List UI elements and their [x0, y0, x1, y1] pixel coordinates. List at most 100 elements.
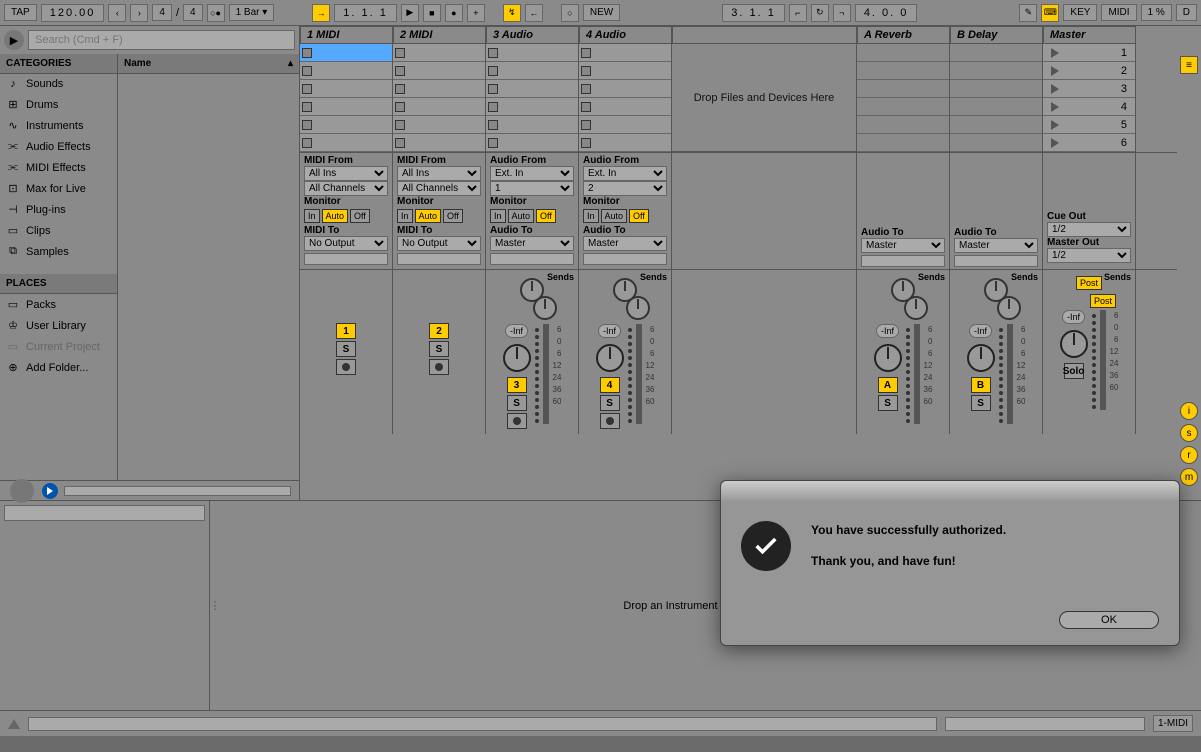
track-header-3[interactable]: 3 Audio — [486, 26, 579, 44]
clip-stop-icon[interactable] — [488, 48, 498, 58]
monitor-auto[interactable]: Auto — [322, 209, 349, 223]
clip-slot[interactable]: 6 — [1043, 134, 1135, 152]
track-activator[interactable]: 2 — [429, 323, 449, 339]
category-item-samples[interactable]: ⧉Samples — [0, 241, 117, 262]
detail-resize-handle[interactable]: ⋮ — [210, 501, 220, 710]
ok-button[interactable]: OK — [1059, 611, 1159, 629]
clip-stop-icon[interactable] — [581, 48, 591, 58]
clip-slot[interactable] — [300, 80, 392, 98]
clip-stop-icon[interactable] — [488, 120, 498, 130]
overdub-icon[interactable]: + — [467, 4, 485, 22]
solo-button[interactable]: S — [878, 395, 898, 411]
return-channel[interactable] — [861, 255, 945, 267]
scene-play-icon[interactable] — [1051, 48, 1059, 58]
clip-slot[interactable]: 5 — [1043, 116, 1135, 134]
clip-slot[interactable] — [579, 116, 671, 134]
loop-length[interactable]: 4. 0. 0 — [855, 4, 918, 22]
place-item-user-library[interactable]: ♔User Library — [0, 315, 117, 336]
clip-stop-icon[interactable] — [488, 102, 498, 112]
send-b-knob[interactable] — [533, 296, 557, 320]
scene-play-icon[interactable] — [1051, 84, 1059, 94]
output-select[interactable]: Master — [583, 236, 667, 251]
monitor-off[interactable]: Off — [536, 209, 556, 223]
clip-slot[interactable]: 1 — [1043, 44, 1135, 62]
record-icon[interactable]: ● — [445, 4, 463, 22]
clip-stop-icon[interactable] — [395, 66, 405, 76]
drop-header[interactable] — [672, 26, 857, 44]
computer-midi-icon[interactable]: ⌨ — [1041, 4, 1059, 22]
clip-slot[interactable] — [393, 116, 485, 134]
sends-toggle-icon[interactable]: s — [1180, 424, 1198, 442]
clip-name-box[interactable] — [4, 505, 205, 521]
punch-in-icon[interactable]: ⌐ — [789, 4, 807, 22]
output-channel[interactable] — [304, 253, 388, 265]
input-select[interactable]: Ext. In — [490, 166, 574, 181]
clip-slot[interactable] — [486, 116, 578, 134]
clip-slot[interactable] — [300, 98, 392, 116]
clip-slot[interactable] — [300, 116, 392, 134]
track-activator[interactable]: 1 — [336, 323, 356, 339]
clip-stop-icon[interactable] — [302, 138, 312, 148]
track-header-1[interactable]: 1 MIDI — [300, 26, 393, 44]
clip-slot[interactable] — [393, 44, 485, 62]
preview-bar[interactable] — [64, 486, 291, 496]
clip-stop-icon[interactable] — [302, 66, 312, 76]
return-output-select[interactable]: Master — [954, 238, 1038, 253]
track-header-2[interactable]: 2 MIDI — [393, 26, 486, 44]
clip-stop-icon[interactable] — [488, 138, 498, 148]
clip-stop-icon[interactable] — [395, 138, 405, 148]
scene-play-icon[interactable] — [1051, 120, 1059, 130]
scene-play-icon[interactable] — [1051, 138, 1059, 148]
play-icon[interactable]: ▶ — [401, 4, 419, 22]
track-header-4[interactable]: 4 Audio — [579, 26, 672, 44]
monitor-auto[interactable]: Auto — [415, 209, 442, 223]
place-item-packs[interactable]: ▭Packs — [0, 294, 117, 315]
clip-slot[interactable]: 4 — [1043, 98, 1135, 116]
master-out-select[interactable]: 1/2 — [1047, 248, 1131, 263]
info-toggle-icon[interactable] — [8, 719, 20, 729]
clip-slot[interactable]: 3 — [1043, 80, 1135, 98]
return-output-select[interactable]: Master — [861, 238, 945, 253]
channel-select[interactable]: All Channels — [304, 181, 388, 196]
automation-arm-icon[interactable]: ↯ — [503, 4, 521, 22]
browser-collapse-icon[interactable]: ▶ — [4, 30, 24, 50]
monitor-in[interactable]: In — [304, 209, 320, 223]
category-item-clips[interactable]: ▭Clips — [0, 220, 117, 241]
clip-slot[interactable] — [486, 98, 578, 116]
channel-select[interactable]: 2 — [583, 181, 667, 196]
clip-slot[interactable] — [486, 62, 578, 80]
key-map-button[interactable]: KEY — [1063, 4, 1097, 21]
monitor-off[interactable]: Off — [629, 209, 649, 223]
track-activator[interactable]: 3 — [507, 377, 527, 393]
clip-stop-icon[interactable] — [302, 84, 312, 94]
monitor-off[interactable]: Off — [350, 209, 370, 223]
solo-button[interactable]: S — [336, 341, 356, 357]
arrangement-position[interactable]: 1. 1. 1 — [334, 4, 397, 22]
output-select[interactable]: Master — [490, 236, 574, 251]
output-channel[interactable] — [397, 253, 481, 265]
arm-button[interactable] — [336, 359, 356, 375]
clip-stop-icon[interactable] — [581, 102, 591, 112]
clip-stop-icon[interactable] — [302, 48, 312, 58]
arm-button[interactable] — [600, 413, 620, 429]
clip-stop-icon[interactable] — [395, 102, 405, 112]
capture-button[interactable]: NEW — [583, 4, 620, 21]
clip-slot[interactable] — [486, 44, 578, 62]
stop-icon[interactable]: ■ — [423, 4, 441, 22]
monitor-off[interactable]: Off — [443, 209, 463, 223]
arm-button[interactable] — [507, 413, 527, 429]
nudge-down-icon[interactable]: ‹ — [108, 4, 126, 22]
clip-stop-icon[interactable] — [581, 138, 591, 148]
clip-stop-icon[interactable] — [395, 48, 405, 58]
input-select[interactable]: Ext. In — [583, 166, 667, 181]
clip-slot[interactable]: 2 — [1043, 62, 1135, 80]
post-a-button[interactable]: Post — [1076, 276, 1102, 290]
volume-knob[interactable] — [874, 344, 902, 372]
clip-slot[interactable] — [486, 134, 578, 152]
output-channel[interactable] — [490, 253, 574, 265]
clip-stop-icon[interactable] — [581, 84, 591, 94]
clip-slot[interactable] — [579, 98, 671, 116]
timesig-num[interactable]: 4 — [152, 4, 172, 21]
monitor-auto[interactable]: Auto — [601, 209, 628, 223]
return-header-b[interactable]: B Delay — [950, 26, 1043, 44]
